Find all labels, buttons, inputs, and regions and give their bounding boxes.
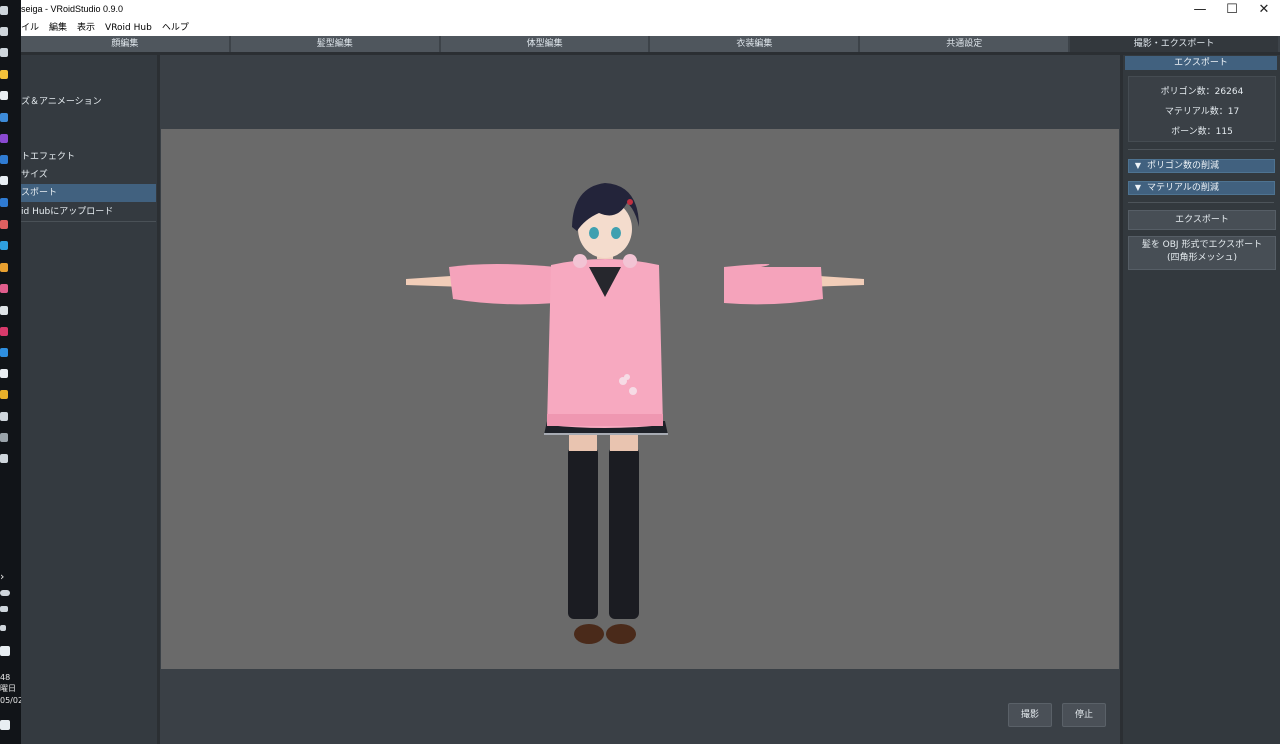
taskbar-icon[interactable] bbox=[0, 390, 8, 399]
chevron-down-icon: ▼ bbox=[1134, 183, 1142, 192]
stop-button[interactable]: 停止 bbox=[1062, 703, 1106, 727]
left-sidebar: ズ＆アニメーション トエフェクト サイズ スポート id Hubにアップロード bbox=[21, 55, 157, 744]
taskbar-icon[interactable] bbox=[0, 198, 8, 207]
taskbar-icon[interactable] bbox=[0, 263, 8, 272]
tab-common-settings[interactable]: 共通設定 bbox=[860, 36, 1069, 52]
sidebar-divider bbox=[21, 221, 156, 222]
cloud-icon[interactable] bbox=[0, 590, 10, 596]
taskbar-icon[interactable] bbox=[0, 412, 8, 421]
tab-face-edit[interactable]: 顔編集 bbox=[21, 36, 229, 52]
minimize-button[interactable]: — bbox=[1184, 0, 1216, 21]
capture-button[interactable]: 撮影 bbox=[1008, 703, 1052, 727]
tab-outfit-edit[interactable]: 衣装編集 bbox=[650, 36, 859, 52]
clock-day[interactable]: 曜日 bbox=[0, 684, 21, 694]
clock-time[interactable]: 48 bbox=[0, 673, 21, 683]
taskbar-icon[interactable] bbox=[0, 176, 8, 185]
panel-divider bbox=[1128, 149, 1274, 150]
taskbar-icon[interactable] bbox=[0, 433, 8, 442]
tab-hair-edit[interactable]: 髪型編集 bbox=[230, 36, 439, 52]
chevron-down-icon: ▼ bbox=[1134, 161, 1142, 170]
maximize-button[interactable]: ☐ bbox=[1216, 0, 1248, 21]
clock-date[interactable]: 05/02 bbox=[0, 696, 21, 706]
menu-file[interactable]: イル bbox=[21, 21, 44, 36]
3d-viewport[interactable] bbox=[161, 129, 1119, 669]
taskbar-icon[interactable] bbox=[0, 6, 8, 15]
reduce-materials-toggle[interactable]: ▼ マテリアルの削減 bbox=[1128, 181, 1275, 195]
tab-body-edit[interactable]: 体型編集 bbox=[440, 36, 649, 52]
reduce-polygons-label: ポリゴン数の削減 bbox=[1147, 161, 1220, 171]
taskbar-icon[interactable] bbox=[0, 91, 8, 100]
menu-help[interactable]: ヘルプ bbox=[157, 21, 194, 36]
menu-edit[interactable]: 編集 bbox=[44, 21, 72, 36]
polygon-count: ポリゴン数：26264 bbox=[1160, 87, 1244, 97]
taskbar-icon[interactable] bbox=[0, 369, 8, 378]
input-method-icon[interactable] bbox=[0, 646, 10, 656]
menu-view[interactable]: 表示 bbox=[72, 21, 100, 36]
window-title-bar: seiga - VRoidStudio 0.9.0 — ☐ ✕ bbox=[21, 0, 1280, 21]
menu-bar: イル 編集 表示 VRoid Hub ヘルプ bbox=[21, 21, 1280, 36]
close-button[interactable]: ✕ bbox=[1248, 0, 1280, 21]
sidebar-item-pose-animation[interactable]: ズ＆アニメーション bbox=[21, 93, 156, 111]
taskbar-icon[interactable] bbox=[0, 27, 8, 36]
sidebar-item-size[interactable]: サイズ bbox=[21, 166, 156, 184]
export-hair-obj-label: 髪を OBJ 形式でエクスポート bbox=[1141, 240, 1263, 250]
sidebar-item-vroid-hub-upload[interactable]: id Hubにアップロード bbox=[21, 203, 156, 221]
export-panel-header: エクスポート bbox=[1125, 56, 1277, 70]
taskbar-icon[interactable] bbox=[0, 284, 8, 293]
taskbar-icon[interactable] bbox=[0, 134, 8, 143]
tab-photo-export[interactable]: 撮影・エクスポート bbox=[1070, 36, 1278, 52]
taskbar-icon[interactable] bbox=[0, 327, 8, 336]
sidebar-item-effects[interactable]: トエフェクト bbox=[21, 148, 156, 166]
taskbar-icon[interactable] bbox=[0, 241, 8, 250]
bone-count: ボーン数：115 bbox=[1171, 127, 1233, 137]
export-panel: エクスポート ポリゴン数：26264 マテリアル数：17 ボーン数：115 ▼ ポ… bbox=[1123, 55, 1280, 744]
taskbar-icon[interactable] bbox=[0, 306, 8, 315]
taskbar-icon[interactable] bbox=[0, 113, 8, 122]
export-button[interactable]: エクスポート bbox=[1128, 210, 1276, 230]
material-count: マテリアル数：17 bbox=[1164, 107, 1240, 117]
taskbar-icon[interactable] bbox=[0, 220, 8, 229]
reduce-polygons-toggle[interactable]: ▼ ポリゴン数の削減 bbox=[1128, 159, 1275, 173]
taskbar-icon[interactable] bbox=[0, 155, 8, 164]
window-title: seiga - VRoidStudio 0.9.0 bbox=[21, 4, 124, 14]
export-hair-obj-sublabel: (四角形メッシュ) bbox=[1166, 253, 1238, 263]
taskbar-icon[interactable] bbox=[0, 48, 8, 57]
character-model bbox=[406, 183, 864, 644]
sidebar-item-export[interactable]: スポート bbox=[21, 184, 156, 202]
taskbar-icon[interactable] bbox=[0, 348, 8, 357]
panel-divider bbox=[1128, 202, 1274, 203]
chevron-right-icon[interactable]: › bbox=[0, 572, 21, 582]
model-stats-box: ポリゴン数：26264 マテリアル数：17 ボーン数：115 bbox=[1128, 76, 1276, 142]
mode-tab-bar: 顔編集 髪型編集 体型編集 衣装編集 共通設定 撮影・エクスポート bbox=[21, 36, 1280, 52]
taskbar-icon[interactable] bbox=[0, 70, 8, 79]
reduce-materials-label: マテリアルの削減 bbox=[1147, 183, 1219, 193]
export-hair-obj-button[interactable]: 髪を OBJ 形式でエクスポート (四角形メッシュ) bbox=[1128, 236, 1276, 270]
notification-icon[interactable] bbox=[0, 720, 10, 730]
taskbar-icon[interactable] bbox=[0, 454, 8, 463]
pen-icon[interactable] bbox=[0, 625, 6, 631]
wifi-icon[interactable] bbox=[0, 606, 8, 612]
windows-taskbar: › 48 曜日 05/02 bbox=[0, 0, 21, 744]
menu-vroid-hub[interactable]: VRoid Hub bbox=[100, 21, 157, 36]
